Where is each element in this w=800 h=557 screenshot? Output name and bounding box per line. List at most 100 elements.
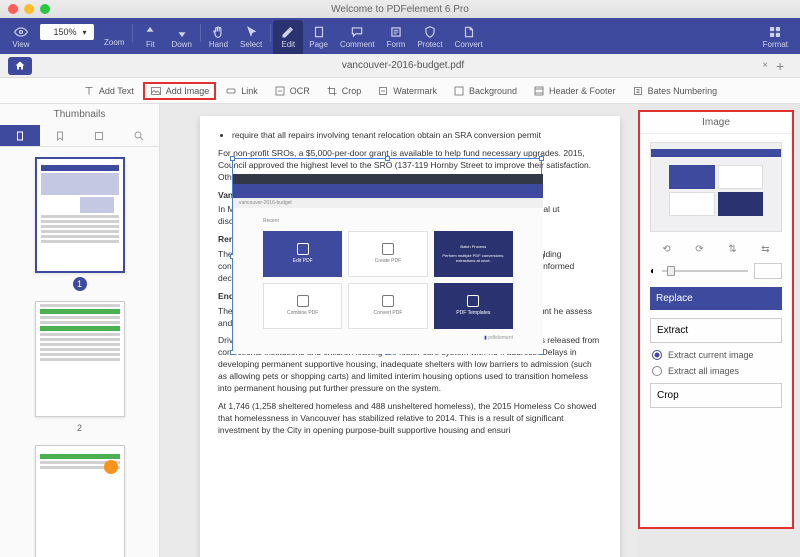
grid-icon bbox=[768, 25, 782, 39]
search-icon bbox=[133, 130, 145, 142]
resize-handle[interactable] bbox=[385, 156, 390, 161]
crop-image-button[interactable]: Crop bbox=[650, 383, 782, 408]
embedded-image: vancouver-2016-budget Recent Edit PDF Cr… bbox=[233, 174, 543, 354]
page-view[interactable]: require that all repairs involving tenan… bbox=[160, 104, 638, 557]
fit-label: Fit bbox=[146, 40, 155, 49]
bookmarks-tab[interactable] bbox=[40, 125, 80, 146]
select-label: Select bbox=[240, 40, 262, 49]
page-text: require that all repairs involving tenan… bbox=[232, 130, 602, 142]
down-label: Down bbox=[171, 40, 191, 49]
convert-label: Convert bbox=[455, 40, 483, 49]
convert-button[interactable]: Convert bbox=[449, 20, 489, 54]
page-button[interactable]: Page bbox=[303, 20, 334, 54]
slider-thumb[interactable] bbox=[667, 266, 675, 276]
document-tab[interactable]: vancouver-2016-budget.pdf × bbox=[38, 60, 768, 71]
thumb-page-2[interactable]: 2 bbox=[0, 301, 159, 435]
rotate-left-icon[interactable]: ⟲ bbox=[662, 244, 670, 255]
ocr-icon bbox=[274, 85, 286, 97]
edit-button[interactable]: Edit bbox=[273, 20, 303, 54]
main-toolbar: View 150% ▾ Zoom Fit Down Hand Select Ed… bbox=[0, 18, 800, 54]
protect-button[interactable]: Protect bbox=[411, 20, 448, 54]
shield-icon bbox=[423, 25, 437, 39]
divider bbox=[132, 24, 133, 42]
thumb-number: 2 bbox=[73, 421, 87, 435]
close-tab-icon[interactable]: × bbox=[762, 60, 768, 71]
protect-label: Protect bbox=[417, 40, 442, 49]
background-button[interactable]: Background bbox=[446, 82, 524, 100]
bates-button[interactable]: Bates Numbering bbox=[625, 82, 725, 100]
link-button[interactable]: Link bbox=[218, 82, 265, 100]
image-selection[interactable]: vancouver-2016-budget Recent Edit PDF Cr… bbox=[232, 158, 542, 353]
zoom-value: 150% bbox=[47, 27, 82, 37]
titlebar: Welcome to PDFelement 6 Pro bbox=[0, 0, 800, 18]
view-button[interactable]: View bbox=[6, 20, 36, 54]
minimize-window[interactable] bbox=[24, 4, 34, 14]
form-button[interactable]: Form bbox=[381, 20, 412, 54]
hand-label: Hand bbox=[209, 40, 228, 49]
thumbnails-panel: Thumbnails 1 2 bbox=[0, 104, 160, 557]
hand-button[interactable]: Hand bbox=[203, 20, 234, 54]
flip-horizontal-icon[interactable]: ⇆ bbox=[761, 244, 769, 255]
rotate-right-icon[interactable]: ⟳ bbox=[695, 244, 703, 255]
comment-icon bbox=[350, 25, 364, 39]
add-tab-button[interactable]: + bbox=[776, 58, 792, 74]
page-icon bbox=[312, 25, 326, 39]
thumb-page-1[interactable]: 1 bbox=[0, 157, 159, 291]
zoom-dropdown[interactable]: 150% ▾ bbox=[40, 24, 94, 40]
page-icon bbox=[14, 130, 26, 142]
window-controls bbox=[8, 4, 50, 14]
ocr-button[interactable]: OCR bbox=[267, 82, 317, 100]
link-icon bbox=[225, 85, 237, 97]
divider bbox=[200, 24, 201, 42]
annotations-tab[interactable] bbox=[80, 125, 120, 146]
format-button[interactable]: Format bbox=[757, 20, 794, 54]
page-btn-label: Page bbox=[309, 40, 328, 49]
comment-button[interactable]: Comment bbox=[334, 20, 381, 54]
replace-button[interactable]: Replace bbox=[650, 287, 782, 310]
opacity-slider[interactable] bbox=[662, 270, 748, 272]
thumb-page-3[interactable] bbox=[0, 445, 159, 557]
resize-handle[interactable] bbox=[539, 156, 544, 161]
doc-name: vancouver-2016-budget.pdf bbox=[342, 60, 464, 71]
watermark-button[interactable]: Watermark bbox=[370, 82, 444, 100]
thumbnails-tab[interactable] bbox=[0, 125, 40, 146]
radio-icon bbox=[652, 366, 662, 376]
close-window[interactable] bbox=[8, 4, 18, 14]
extract-all-option[interactable]: Extract all images bbox=[640, 363, 792, 379]
zoom-label: Zoom bbox=[98, 20, 130, 54]
resize-handle[interactable] bbox=[230, 156, 235, 161]
image-preview bbox=[650, 142, 782, 232]
down-button[interactable]: Down bbox=[165, 20, 197, 54]
extract-current-option[interactable]: Extract current image bbox=[640, 347, 792, 363]
add-image-button[interactable]: Add Image bbox=[143, 82, 217, 100]
opacity-value-input[interactable] bbox=[754, 263, 782, 279]
flip-vertical-icon[interactable]: ⇅ bbox=[728, 244, 736, 255]
format-label: Format bbox=[763, 40, 788, 49]
convert-icon bbox=[462, 25, 476, 39]
document-bar: vancouver-2016-budget.pdf × + bbox=[0, 54, 800, 78]
background-icon bbox=[453, 85, 465, 97]
zoom-window[interactable] bbox=[40, 4, 50, 14]
bates-icon bbox=[632, 85, 644, 97]
extract-button[interactable]: Extract bbox=[650, 318, 782, 343]
radio-icon bbox=[652, 350, 662, 360]
image-icon bbox=[150, 85, 162, 97]
fit-button[interactable]: Fit bbox=[135, 20, 165, 54]
divider bbox=[270, 24, 271, 42]
view-label: View bbox=[12, 40, 29, 49]
hand-icon bbox=[211, 25, 225, 39]
search-tab[interactable] bbox=[119, 125, 159, 146]
form-label: Form bbox=[387, 40, 406, 49]
pencil-icon bbox=[281, 25, 295, 39]
pdf-page[interactable]: require that all repairs involving tenan… bbox=[200, 116, 620, 557]
add-text-button[interactable]: Add Text bbox=[76, 82, 141, 100]
thumbs-list[interactable]: 1 2 bbox=[0, 147, 159, 557]
header-footer-button[interactable]: Header & Footer bbox=[526, 82, 623, 100]
page-text: At 1,746 (1,258 sheltered homeless and 4… bbox=[218, 401, 602, 437]
select-button[interactable]: Select bbox=[234, 20, 268, 54]
transform-row: ⟲ ⟳ ⇅ ⇆ bbox=[640, 240, 792, 259]
watermark-icon bbox=[377, 85, 389, 97]
crop-button[interactable]: Crop bbox=[319, 82, 369, 100]
edit-label: Edit bbox=[281, 40, 295, 49]
home-button[interactable] bbox=[8, 57, 32, 75]
